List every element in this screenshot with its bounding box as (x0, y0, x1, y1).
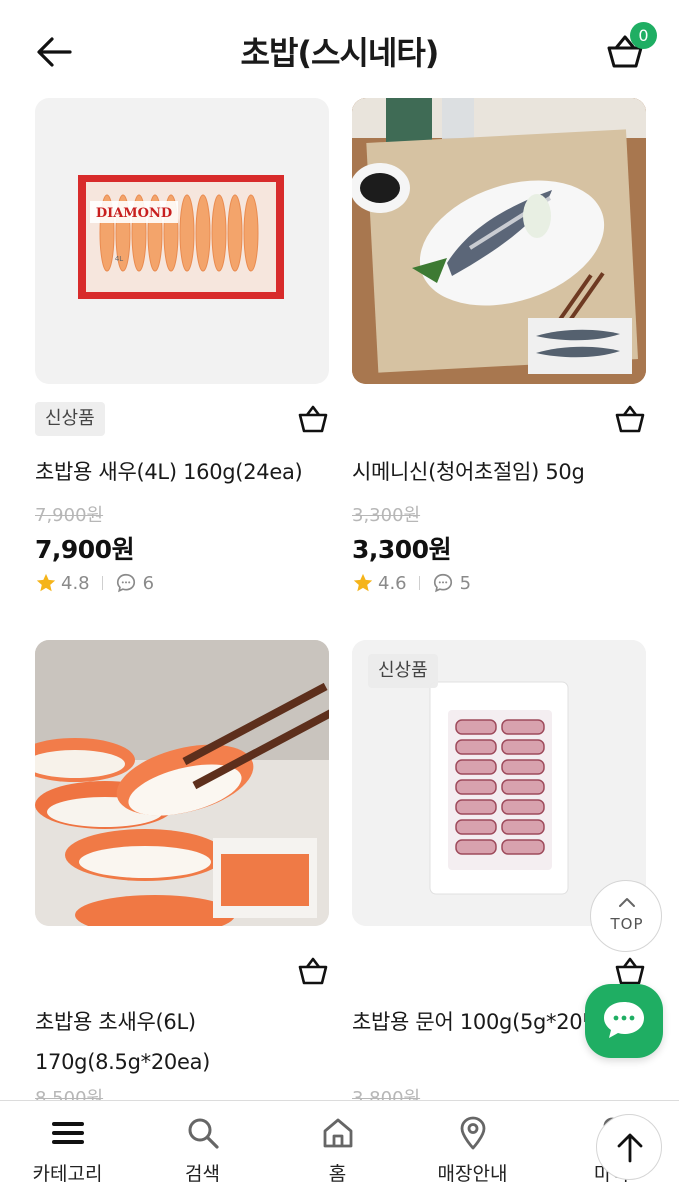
rating-value: 4.6 (378, 572, 407, 594)
product-card[interactable]: 시메니신(청어초절임) 50g 3,300원 3,300원 4.6 5 (352, 98, 646, 598)
star-icon (353, 573, 373, 592)
arrow-up-icon (617, 1133, 643, 1163)
chevron-up-icon (619, 898, 635, 907)
review-summary: 4.6 5 (352, 570, 471, 596)
comment-icon (116, 573, 135, 593)
nav-item-home[interactable]: 홈 (270, 1101, 405, 1200)
scroll-up-button[interactable] (596, 1114, 662, 1180)
new-product-tag: 신상품 (35, 402, 105, 436)
package-size-label: 4L (115, 255, 123, 263)
app-header: 초밥(스시네타) 0 (0, 0, 679, 96)
product-name[interactable]: 초밥용 새우(4L) 160g(24ea) (35, 452, 329, 492)
review-count: 6 (142, 572, 155, 594)
original-price: 8,500원 (35, 1088, 104, 1100)
nav-item-category[interactable]: 카테고리 (0, 1101, 135, 1200)
comment-icon (433, 573, 452, 593)
nav-item-store-info[interactable]: 매장안내 (405, 1101, 540, 1200)
bottom-navigation: 카테고리 검색 홈 매장안내 마이 (0, 1100, 679, 1200)
product-name[interactable]: 시메니신(청어초절임) 50g (352, 452, 646, 492)
new-product-tag: 신상품 (368, 654, 438, 688)
add-to-cart-basket-icon[interactable] (296, 404, 330, 434)
original-price: 7,900원 (35, 505, 104, 526)
sushi-shrimp-image (35, 640, 329, 926)
nav-label: 검색 (185, 1163, 220, 1185)
original-price: 3,800원 (352, 1088, 421, 1100)
top-label: TOP (610, 915, 644, 933)
nav-label: 홈 (328, 1163, 347, 1185)
chat-button[interactable] (585, 984, 663, 1058)
product-image[interactable] (352, 98, 646, 384)
product-card[interactable]: DIAMOND 4L 신상품 초밥용 새우(4L) 160g(24ea) 7,9… (35, 98, 329, 598)
chat-bubble-icon (604, 1002, 644, 1038)
package-brand-label: DIAMOND (96, 206, 172, 221)
review-count: 5 (459, 572, 472, 594)
shrimp-package-image: DIAMOND 4L (78, 175, 284, 299)
review-summary: 4.8 6 (35, 570, 154, 596)
add-to-cart-basket-icon[interactable] (613, 404, 647, 434)
add-to-cart-basket-icon[interactable] (296, 956, 330, 986)
scroll-to-top-button[interactable]: TOP (590, 880, 662, 952)
add-to-cart-basket-icon[interactable] (613, 956, 647, 986)
product-card[interactable]: 초밥용 초새우(6L) 170g(8.5g*20ea) 8,500원 (35, 640, 329, 1100)
sale-price: 7,900원 (35, 535, 135, 564)
sale-price: 3,300원 (352, 535, 452, 564)
star-icon (36, 573, 56, 592)
product-grid: DIAMOND 4L 신상품 초밥용 새우(4L) 160g(24ea) 7,9… (0, 0, 679, 1100)
product-image[interactable]: DIAMOND 4L (35, 98, 329, 384)
nav-label: 카테고리 (32, 1163, 103, 1185)
search-icon (188, 1118, 219, 1149)
page-title: 초밥(스시네타) (240, 34, 440, 72)
cart-count-badge: 0 (630, 22, 657, 49)
nav-item-search[interactable]: 검색 (135, 1101, 270, 1200)
divider (418, 576, 420, 590)
rating-value: 4.8 (61, 572, 90, 594)
product-name[interactable]: 초밥용 초새우(6L) 170g(8.5g*20ea) (35, 1002, 329, 1082)
herring-dish-image (352, 98, 646, 384)
location-pin-icon (460, 1116, 485, 1150)
menu-icon (51, 1122, 84, 1144)
original-price: 3,300원 (352, 505, 421, 526)
home-icon (323, 1118, 352, 1148)
nav-label: 매장안내 (437, 1163, 508, 1185)
divider (101, 576, 103, 590)
product-image[interactable] (35, 640, 329, 926)
